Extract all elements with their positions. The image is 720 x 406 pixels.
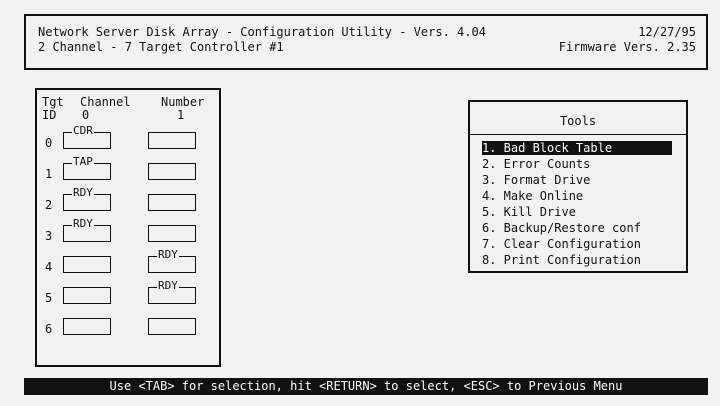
drive-slot-t0-ch1[interactable] xyxy=(148,132,196,149)
drive-slot-t4-ch1[interactable]: RDY xyxy=(148,248,196,273)
target-id-3: 3 xyxy=(45,229,53,243)
drive-slot-t5-ch1[interactable]: RDY xyxy=(148,279,196,304)
tools-menu: Tools 1. Bad Block Table 2. Error Counts 3… xyxy=(468,100,688,273)
drive-slot-t3-ch0[interactable]: RDY xyxy=(63,217,111,242)
drive-slot-t5-ch0[interactable] xyxy=(63,287,111,304)
drive-slot-t1-ch1[interactable] xyxy=(148,163,196,180)
target-id-2: 2 xyxy=(45,198,53,212)
drive-status: RDY xyxy=(72,186,94,200)
header-channel: Channel xyxy=(80,95,131,109)
tools-item-3[interactable]: 3. Format Drive xyxy=(482,173,590,187)
target-id-1: 1 xyxy=(45,167,53,181)
drive-status: RDY xyxy=(157,279,179,293)
app-title: Network Server Disk Array - Configuratio… xyxy=(38,25,486,39)
drive-status: RDY xyxy=(157,248,179,262)
drive-slot-t4-ch0[interactable] xyxy=(63,256,111,273)
target-grid-panel: Tgt Channel Number ID 0 1 0 CDR 1 TAP 2 RDY 3 R… xyxy=(35,88,221,367)
drive-slot-t1-ch0[interactable]: TAP xyxy=(63,155,111,180)
controller-label: 2 Channel - 7 Target Controller #1 xyxy=(38,40,284,54)
drive-slot-t0-ch0[interactable]: CDR xyxy=(63,124,111,149)
drive-slot-t3-ch1[interactable] xyxy=(148,225,196,242)
target-id-5: 5 xyxy=(45,291,53,305)
target-id-4: 4 xyxy=(45,260,53,274)
tools-title: Tools xyxy=(559,114,597,128)
tools-item-7[interactable]: 7. Clear Configuration xyxy=(482,237,641,251)
tools-divider xyxy=(470,134,686,135)
target-id-6: 6 xyxy=(45,322,53,336)
firmware-label: Firmware Vers. 2.35 xyxy=(558,40,696,54)
drive-slot-t2-ch1[interactable] xyxy=(148,194,196,211)
date-label: 12/27/95 xyxy=(638,25,696,39)
tools-item-8[interactable]: 8. Print Configuration xyxy=(482,253,641,267)
tools-item-6[interactable]: 6. Backup/Restore conf xyxy=(482,221,641,235)
title-panel: Network Server Disk Array - Configuratio… xyxy=(24,14,708,70)
channel-0-header: 0 xyxy=(82,108,90,122)
channel-1-header: 1 xyxy=(177,108,185,122)
header-number: Number xyxy=(161,95,205,109)
tools-item-1[interactable]: 1. Bad Block Table xyxy=(482,141,672,155)
drive-slot-t2-ch0[interactable]: RDY xyxy=(63,186,111,211)
drive-status: CDR xyxy=(72,124,94,138)
tools-item-5[interactable]: 5. Kill Drive xyxy=(482,205,576,219)
tools-item-2[interactable]: 2. Error Counts xyxy=(482,157,590,171)
drive-status: RDY xyxy=(72,217,94,231)
tools-item-4[interactable]: 4. Make Online xyxy=(482,189,583,203)
drive-slot-t6-ch0[interactable] xyxy=(63,318,111,335)
status-bar: Use <TAB> for selection, hit <RETURN> to… xyxy=(24,378,708,395)
drive-slot-t6-ch1[interactable] xyxy=(148,318,196,335)
header-id: ID xyxy=(42,108,57,122)
target-id-0: 0 xyxy=(45,136,53,150)
header-tgt: Tgt xyxy=(42,95,64,109)
drive-status: TAP xyxy=(72,155,94,169)
